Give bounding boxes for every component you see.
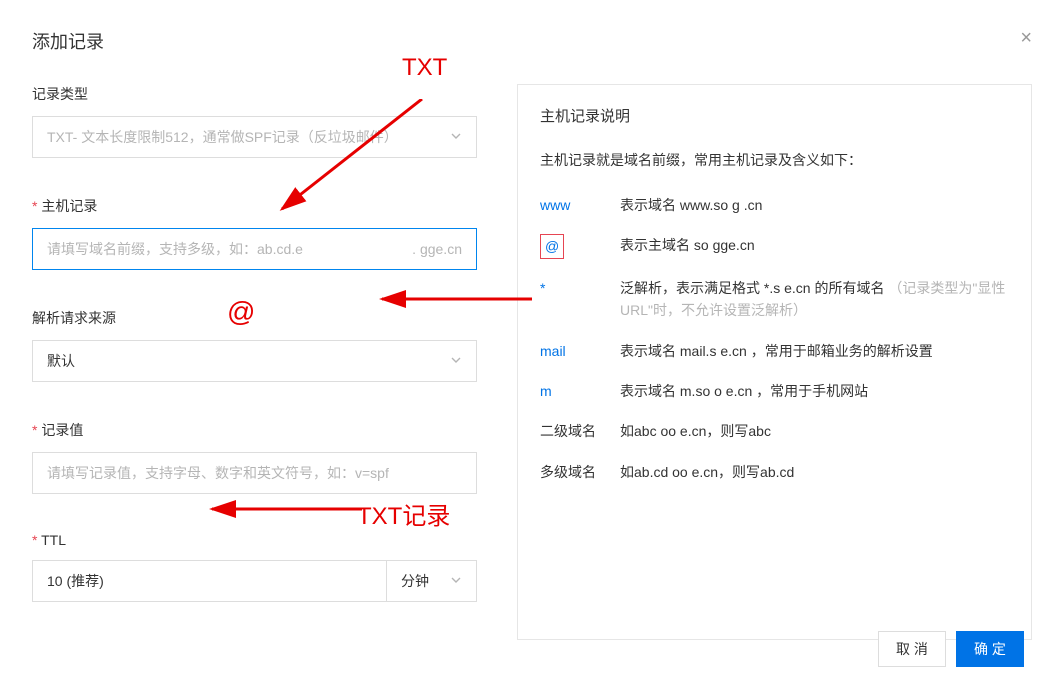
input-host-record-wrap: . gge.cn bbox=[32, 228, 477, 270]
label-record-value: 记录值 bbox=[32, 420, 477, 440]
cancel-button[interactable]: 取 消 bbox=[878, 631, 946, 667]
help-key-m: m bbox=[540, 380, 620, 402]
field-ttl: TTL 10 (推荐) 分钟 bbox=[32, 532, 477, 602]
input-record-value[interactable] bbox=[33, 453, 476, 493]
select-ttl-unit[interactable]: 分钟 bbox=[387, 560, 477, 602]
select-ttl-value: 10 (推荐) bbox=[47, 571, 372, 591]
host-record-suffix: . gge.cn bbox=[397, 241, 476, 257]
help-val: 如ab.cd oo e.cn，则写ab.cd bbox=[620, 461, 1009, 483]
help-row: m 表示域名 m.so o e.cn ，常用于手机网站 bbox=[540, 380, 1009, 402]
select-parse-source[interactable]: 默认 bbox=[32, 340, 477, 382]
confirm-button[interactable]: 确 定 bbox=[956, 631, 1024, 667]
modal-content: 记录类型 TXT- 文本长度限制512，通常做SPF记录（反垃圾邮件） 主机记录… bbox=[32, 84, 1032, 640]
help-row: mail 表示域名 mail.s e.cn ，常用于邮箱业务的解析设置 bbox=[540, 340, 1009, 362]
modal-title: 添加记录 bbox=[32, 28, 1032, 54]
annotation-txtrec: TXT记录 bbox=[357, 496, 450, 531]
help-val: 表示域名 m.so o e.cn ，常用于手机网站 bbox=[620, 380, 1009, 402]
input-record-value-wrap bbox=[32, 452, 477, 494]
add-record-modal: 添加记录 × 记录类型 TXT- 文本长度限制512，通常做SPF记录（反垃圾邮… bbox=[0, 0, 1064, 687]
select-ttl-unit-value: 分钟 bbox=[401, 571, 429, 591]
label-ttl: TTL bbox=[32, 532, 477, 548]
help-row: * 泛解析，表示满足格式 *.s e.cn 的所有域名 （记录类型为"显性URL… bbox=[540, 277, 1009, 322]
chevron-down-icon bbox=[450, 129, 462, 145]
chevron-down-icon bbox=[450, 573, 462, 589]
select-parse-source-value: 默认 bbox=[47, 351, 75, 371]
close-icon: × bbox=[1020, 27, 1032, 49]
label-host-record: 主机记录 bbox=[32, 196, 477, 216]
help-row: 二级域名 如abc oo e.cn，则写abc bbox=[540, 420, 1009, 442]
help-title: 主机记录说明 bbox=[540, 105, 1009, 126]
help-val: 泛解析，表示满足格式 *.s e.cn 的所有域名 （记录类型为"显性URL"时… bbox=[620, 277, 1009, 322]
input-host-record[interactable] bbox=[33, 229, 397, 269]
annotation-txt: TXT bbox=[402, 54, 447, 82]
help-val: 表示域名 www.so g .cn bbox=[620, 194, 1009, 216]
help-key-mail: mail bbox=[540, 340, 620, 362]
help-row: www 表示域名 www.so g .cn bbox=[540, 194, 1009, 216]
help-val: 表示主域名 so gge.cn bbox=[620, 234, 1009, 258]
close-button[interactable]: × bbox=[1020, 28, 1032, 48]
modal-footer: 取 消 确 定 bbox=[878, 631, 1024, 667]
help-key-multi: 多级域名 bbox=[540, 461, 620, 483]
help-row: @ 表示主域名 so gge.cn bbox=[540, 234, 1009, 258]
help-key-www: www bbox=[540, 194, 620, 216]
field-record-value: 记录值 bbox=[32, 420, 477, 494]
help-key-sub: 二级域名 bbox=[540, 420, 620, 442]
label-record-type: 记录类型 bbox=[32, 84, 477, 104]
help-val: 表示域名 mail.s e.cn ，常用于邮箱业务的解析设置 bbox=[620, 340, 1009, 362]
field-parse-source: 解析请求来源 默认 bbox=[32, 308, 477, 382]
help-key-star: * bbox=[540, 277, 620, 322]
select-ttl[interactable]: 10 (推荐) bbox=[32, 560, 387, 602]
form-column: 记录类型 TXT- 文本长度限制512，通常做SPF记录（反垃圾邮件） 主机记录… bbox=[32, 84, 477, 640]
help-row: 多级域名 如ab.cd oo e.cn，则写ab.cd bbox=[540, 461, 1009, 483]
field-record-type: 记录类型 TXT- 文本长度限制512，通常做SPF记录（反垃圾邮件） bbox=[32, 84, 477, 158]
select-record-type[interactable]: TXT- 文本长度限制512，通常做SPF记录（反垃圾邮件） bbox=[32, 116, 477, 158]
help-description: 主机记录就是域名前缀，常用主机记录及含义如下： bbox=[540, 150, 1009, 170]
ttl-row: 10 (推荐) 分钟 bbox=[32, 560, 477, 602]
label-parse-source: 解析请求来源 bbox=[32, 308, 477, 328]
help-key-at: @ bbox=[540, 234, 620, 258]
select-record-type-value: TXT- 文本长度限制512，通常做SPF记录（反垃圾邮件） bbox=[47, 127, 462, 147]
help-panel: 主机记录说明 主机记录就是域名前缀，常用主机记录及含义如下： www 表示域名 … bbox=[517, 84, 1032, 640]
field-host-record: 主机记录 . gge.cn bbox=[32, 196, 477, 270]
chevron-down-icon bbox=[450, 353, 462, 369]
help-val: 如abc oo e.cn，则写abc bbox=[620, 420, 1009, 442]
